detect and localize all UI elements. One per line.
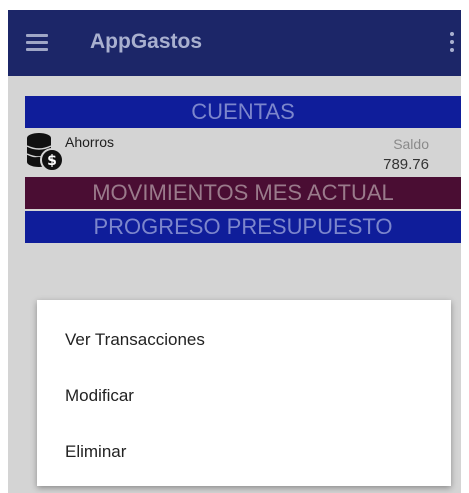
progreso-header[interactable]: PROGRESO PRESUPUESTO — [25, 211, 461, 243]
coins-icon: $ — [26, 133, 64, 172]
menu-item-ver-transacciones[interactable]: Ver Transacciones — [65, 330, 205, 350]
account-row[interactable]: $ Ahorros Saldo 789.76 — [25, 128, 461, 176]
hamburger-icon[interactable] — [26, 34, 48, 52]
right-edge — [461, 10, 469, 493]
app-title: AppGastos — [90, 30, 203, 53]
svg-text:$: $ — [47, 153, 57, 169]
cuentas-header[interactable]: CUENTAS — [25, 96, 461, 128]
account-name: Ahorros — [65, 134, 115, 150]
menu-item-modificar[interactable]: Modificar — [65, 386, 134, 406]
left-edge — [0, 10, 8, 493]
context-menu: Ver Transacciones Modificar Eliminar — [37, 300, 451, 486]
movimientos-header[interactable]: MOVIMIENTOS MES ACTUAL — [25, 177, 461, 209]
saldo-value: 789.76 — [383, 156, 429, 173]
more-vert-icon[interactable] — [449, 32, 455, 54]
top-edge — [0, 0, 469, 10]
menu-item-eliminar[interactable]: Eliminar — [65, 442, 126, 462]
saldo-label: Saldo — [393, 136, 429, 152]
app-bar: AppGastos — [8, 10, 461, 76]
